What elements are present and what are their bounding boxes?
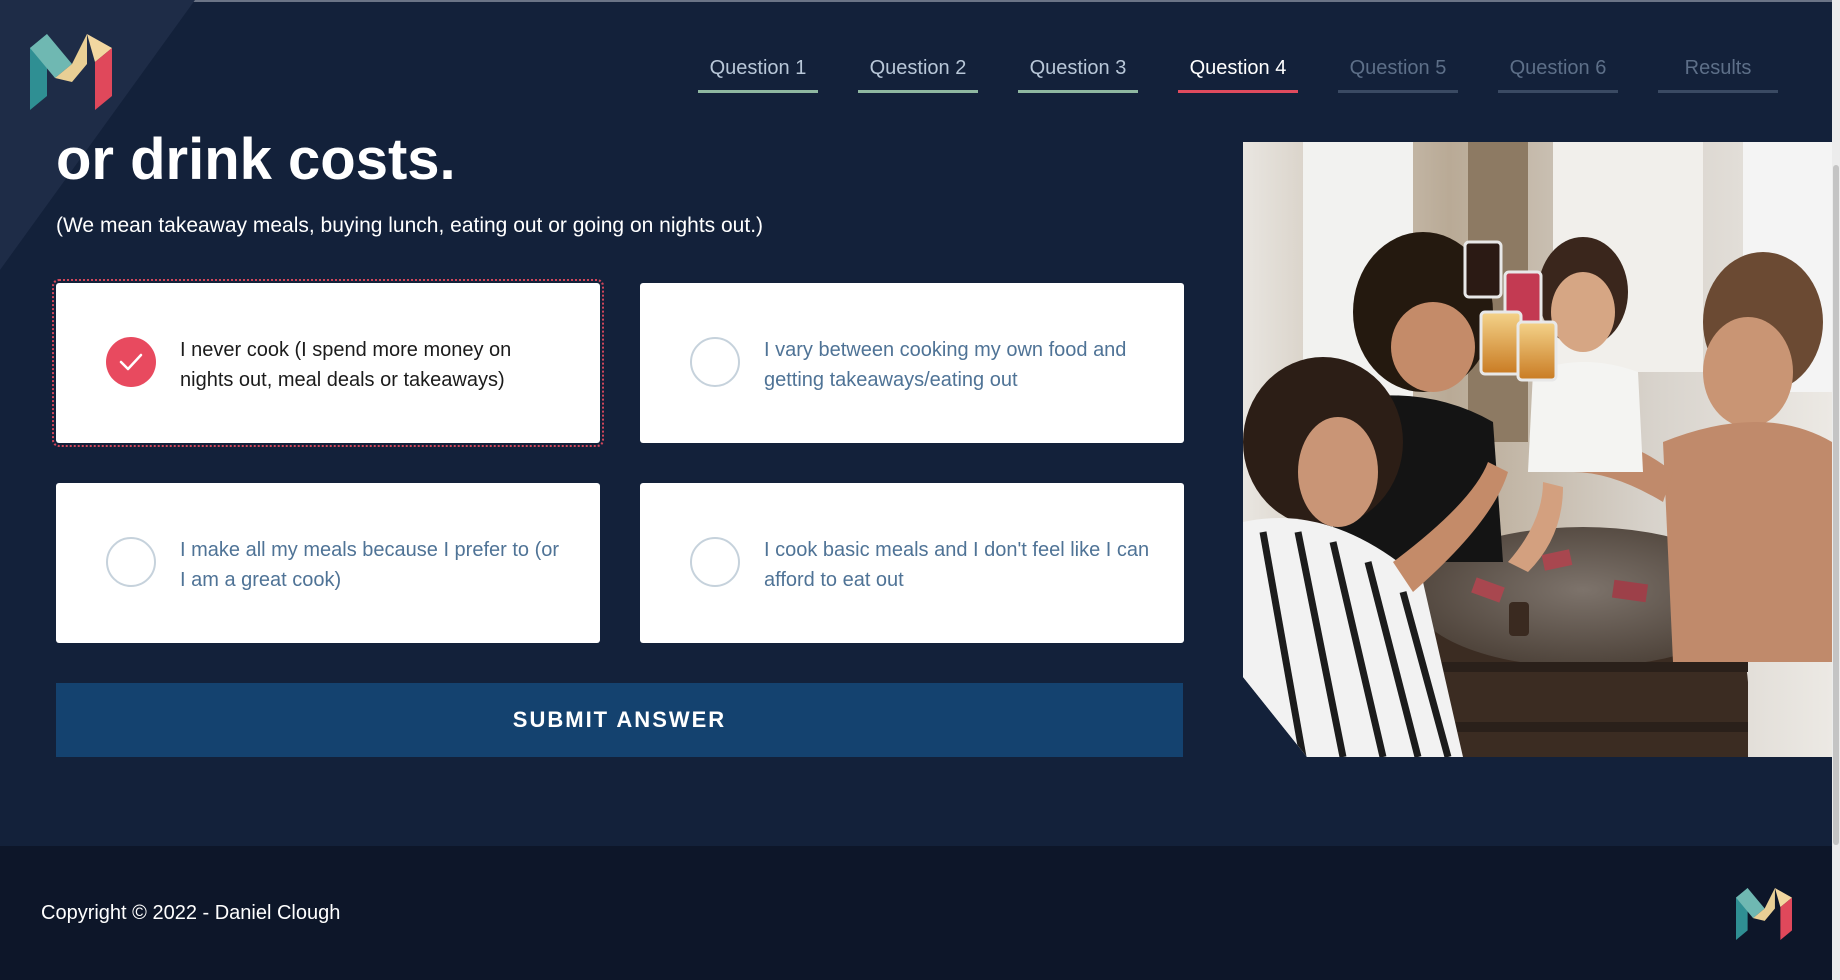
scrollbar-thumb[interactable] (1833, 165, 1839, 845)
radio-empty-icon (106, 537, 156, 587)
tab-question-5[interactable]: Question 5 (1338, 54, 1458, 93)
question-heading: or drink costs. (56, 127, 456, 192)
friends-toasting-photo (1243, 142, 1832, 757)
tab-question-2[interactable]: Question 2 (858, 54, 978, 93)
radio-empty-icon (690, 337, 740, 387)
page-scrollbar[interactable] (1832, 0, 1840, 980)
answer-option-4[interactable]: I cook basic meals and I don't feel like… (640, 483, 1184, 643)
tab-question-4[interactable]: Question 4 (1178, 54, 1298, 93)
submit-answer-button[interactable]: SUBMIT ANSWER (56, 683, 1183, 757)
option-label: I vary between cooking my own food and g… (764, 339, 1127, 391)
footer-logo-icon[interactable] (1736, 888, 1792, 940)
tab-question-1[interactable]: Question 1 (698, 54, 818, 93)
option-label: I make all my meals because I prefer to … (180, 539, 560, 591)
copyright-text: Copyright © 2022 - Daniel Clough (41, 902, 341, 924)
checkmark-icon (119, 353, 143, 371)
tab-results[interactable]: Results (1658, 54, 1778, 93)
answer-option-1[interactable]: I never cook (I spend more money on nigh… (52, 279, 604, 447)
logo-icon[interactable] (30, 34, 112, 110)
answer-option-2[interactable]: I vary between cooking my own food and g… (640, 283, 1184, 443)
answer-option-3[interactable]: I make all my meals because I prefer to … (56, 483, 600, 643)
option-label: I cook basic meals and I don't feel like… (764, 539, 1150, 591)
page: Question 1 Question 2 Question 3 Questio… (0, 0, 1832, 980)
question-subtext: (We mean takeaway meals, buying lunch, e… (56, 214, 764, 237)
tab-question-6[interactable]: Question 6 (1498, 54, 1618, 93)
top-strip (0, 0, 1832, 2)
radio-checked-icon (106, 337, 156, 387)
radio-empty-icon (690, 537, 740, 587)
tab-question-3[interactable]: Question 3 (1018, 54, 1138, 93)
option-label: I never cook (I spend more money on nigh… (180, 339, 512, 391)
